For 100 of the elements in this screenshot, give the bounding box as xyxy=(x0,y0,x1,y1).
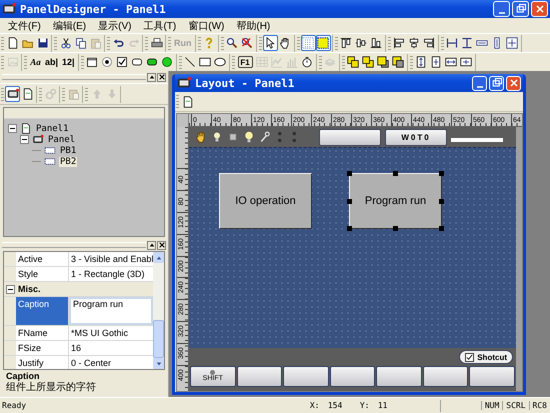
rectangle-icon xyxy=(199,56,212,68)
property-value: *MS UI Gothic xyxy=(70,327,130,340)
triangle-up-icon xyxy=(148,74,154,80)
scrollbar[interactable] xyxy=(153,252,164,369)
menu-item[interactable]: 窗口(W) xyxy=(184,18,228,32)
property-value-field[interactable]: Program run xyxy=(69,297,153,325)
close-icon xyxy=(158,242,164,248)
same-size-button[interactable] xyxy=(504,35,520,51)
maximize-button[interactable] xyxy=(512,1,529,17)
function-key[interactable] xyxy=(376,366,422,387)
tree-item[interactable]: PB1 xyxy=(59,146,78,156)
description-text: 组件上所显示的字符 xyxy=(6,382,97,394)
function-key[interactable] xyxy=(422,366,468,387)
align-bottom-button[interactable] xyxy=(368,35,384,51)
menu-item[interactable]: 工具(T) xyxy=(139,18,180,32)
menu-item[interactable]: 文件(F) xyxy=(4,18,45,32)
checkbox-button[interactable] xyxy=(114,54,130,70)
gears-icon xyxy=(44,88,56,100)
wrench-icon xyxy=(259,130,271,144)
blank-button[interactable] xyxy=(319,128,381,146)
collapse-icon[interactable] xyxy=(8,124,17,133)
minimize-button[interactable] xyxy=(493,1,510,17)
dot-grid-button[interactable] xyxy=(300,35,316,51)
collapse-button[interactable] xyxy=(147,72,156,82)
text-tool-button[interactable]: 12| xyxy=(60,54,77,70)
align-right-icon xyxy=(423,37,435,49)
up-arrow-icon xyxy=(90,88,102,100)
status-message: Ready xyxy=(1,401,28,410)
text-tool-button[interactable]: Aa xyxy=(28,54,43,70)
magnifier-button[interactable] xyxy=(224,35,240,51)
snap-frame-button[interactable] xyxy=(316,35,330,51)
resize-handle[interactable] xyxy=(439,199,444,204)
tree-item[interactable]: Panel xyxy=(47,134,76,144)
close-button[interactable] xyxy=(157,72,166,82)
header-button[interactable]: W0T0 xyxy=(385,128,447,146)
monitor-button[interactable] xyxy=(5,86,20,102)
resize-handle[interactable] xyxy=(439,226,444,231)
menu-item[interactable]: 帮助(H) xyxy=(232,18,274,32)
maximize-button[interactable] xyxy=(489,76,504,90)
close-icon xyxy=(158,74,164,80)
resize-handle[interactable] xyxy=(347,199,352,204)
app-icon xyxy=(2,2,16,16)
menu-item[interactable]: 编辑(E) xyxy=(48,18,90,32)
bring-forward-button[interactable] xyxy=(376,54,391,70)
menu-item[interactable]: 显示(V) xyxy=(94,18,136,32)
center-vertical-icon xyxy=(415,56,428,68)
function-key[interactable] xyxy=(330,366,376,387)
pointer-button[interactable] xyxy=(262,35,278,51)
align-left-button[interactable] xyxy=(392,35,406,51)
magnifier-cross-button[interactable] xyxy=(240,35,254,51)
align-top-button[interactable] xyxy=(338,35,354,51)
radio-button-button[interactable] xyxy=(100,54,115,70)
function-key[interactable] xyxy=(236,366,282,387)
tree-item[interactable]: Panel1 xyxy=(35,124,70,134)
spacing-vertical-button[interactable] xyxy=(460,35,474,51)
resize-handle[interactable] xyxy=(393,171,398,176)
property-name[interactable]: FSize xyxy=(16,341,69,355)
resize-handle[interactable] xyxy=(347,226,352,231)
resize-handle[interactable] xyxy=(347,171,352,176)
collapse-icon[interactable] xyxy=(20,135,29,144)
scroll-up-button[interactable] xyxy=(153,252,164,263)
scroll-thumb[interactable] xyxy=(153,320,164,358)
property-name[interactable]: Style xyxy=(16,267,69,281)
property-name[interactable]: Caption xyxy=(16,297,69,325)
copy-button[interactable] xyxy=(73,35,88,51)
property-name[interactable]: Justify xyxy=(16,356,69,369)
tree-item[interactable]: PB2 xyxy=(59,156,78,166)
hand-icon xyxy=(279,37,291,49)
checkbox[interactable] xyxy=(465,352,474,362)
line-chart-icon xyxy=(271,56,284,68)
bring-to-front-button[interactable] xyxy=(346,54,361,70)
scroll-down-button[interactable] xyxy=(153,358,164,369)
function-key[interactable] xyxy=(283,366,329,387)
resize-handle[interactable] xyxy=(393,226,398,231)
align-center-icon xyxy=(408,37,420,49)
align-right-button[interactable] xyxy=(422,35,436,51)
function-key-tool[interactable]: F1 xyxy=(238,56,253,68)
property-name[interactable]: FName xyxy=(16,326,69,340)
send-to-back-button[interactable] xyxy=(360,54,376,70)
rounded-button-icon xyxy=(131,56,144,68)
lamp-icon xyxy=(146,56,158,68)
coordinate-value: 154 xyxy=(328,401,344,410)
clipboard-icon xyxy=(68,88,80,100)
collapse-button[interactable] xyxy=(147,240,156,250)
resize-handle[interactable] xyxy=(439,171,444,176)
send-backward-button[interactable] xyxy=(390,54,406,70)
minimize-button[interactable] xyxy=(472,76,487,90)
window-title: PanelDesigner - Panel1 xyxy=(20,2,166,16)
shortcut-toggle[interactable]: Shotcut xyxy=(459,350,513,364)
align-bottom-icon xyxy=(370,37,382,49)
panel-button[interactable]: IO operation xyxy=(219,173,312,229)
collapse-icon[interactable] xyxy=(6,284,15,294)
property-name[interactable]: Active xyxy=(16,252,69,266)
close-button[interactable] xyxy=(157,240,166,250)
text-tool-button[interactable]: ab| xyxy=(43,54,60,70)
round-lamp-button[interactable] xyxy=(160,54,175,70)
bar-indicator xyxy=(451,138,503,142)
panel-button[interactable]: Program run xyxy=(349,173,442,229)
function-key[interactable] xyxy=(469,366,516,387)
align-top-icon xyxy=(340,37,352,49)
